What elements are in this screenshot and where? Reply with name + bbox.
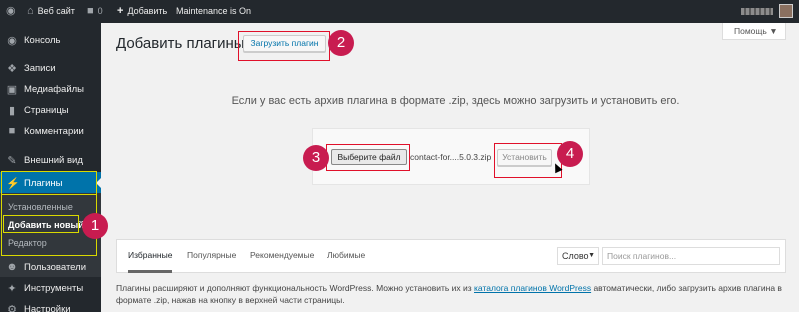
sidebar-item-label: Пользователи	[24, 261, 87, 273]
tab-favorites[interactable]: Любимые	[327, 250, 365, 260]
step-badge-2: 2	[328, 30, 354, 56]
highlight-choose-file	[326, 144, 410, 171]
highlight-plugins	[1, 171, 97, 195]
wordpress-logo[interactable]: ◉	[6, 0, 16, 23]
add-new-link[interactable]: + Добавить	[117, 0, 167, 23]
comments-count: 0	[97, 6, 103, 16]
admin-sidebar: ◉ Консоль ❖ Записи ▣ Медиафайлы ▮ Страни…	[0, 23, 101, 312]
active-tab-underline	[128, 270, 172, 273]
description-text: Плагины расширяют и дополняют функционал…	[116, 283, 475, 293]
search-plugins-input[interactable]	[602, 247, 780, 265]
sidebar-item-label: Настройки	[24, 303, 71, 312]
admin-bar: ◉ ⌂ Веб сайт ■ 0 + Добавить Maintenance …	[0, 0, 799, 23]
sidebar-item-label: Медиафайлы	[24, 83, 85, 95]
search-type-select[interactable]: Слово ▼	[557, 247, 599, 265]
sidebar-item-label: Внешний вид	[24, 154, 83, 166]
plugin-description: Плагины расширяют и дополняют функционал…	[116, 282, 786, 306]
tab-popular[interactable]: Популярные	[187, 250, 236, 260]
chevron-down-icon: ▼	[588, 252, 595, 259]
help-button[interactable]: Помощь ▼	[722, 23, 786, 40]
home-icon: ⌂	[27, 5, 34, 17]
tab-featured[interactable]: Избранные	[128, 250, 172, 260]
sidebar-item-settings[interactable]: ⚙ Настройки	[0, 298, 101, 312]
site-name: Веб сайт	[37, 6, 75, 16]
sidebar-item-tools[interactable]: ✦ Инструменты	[0, 277, 101, 299]
brush-icon: ✎	[7, 154, 17, 167]
sidebar-item-users[interactable]: ☻ Пользователи	[0, 256, 101, 278]
highlight-install	[494, 143, 562, 178]
sidebar-item-comments[interactable]: ■ Комментарии	[0, 120, 101, 142]
plugin-directory-link[interactable]: каталога плагинов WordPress	[474, 283, 591, 293]
maintenance-status[interactable]: Maintenance is On	[176, 0, 251, 23]
avatar[interactable]	[779, 4, 793, 18]
maintenance-label: Maintenance is On	[176, 6, 252, 16]
wordpress-icon: ◉	[6, 5, 16, 17]
search-type-value: Слово	[562, 251, 589, 261]
add-new-label: Добавить	[127, 6, 168, 16]
selected-file-name: contact-for....5.0.3.zip	[410, 152, 492, 162]
settings-icon: ⚙	[7, 303, 17, 312]
users-icon: ☻	[6, 261, 18, 273]
sidebar-item-label: Комментарии	[24, 125, 84, 137]
media-icon: ▣	[6, 83, 18, 96]
upload-instructions: Если у вас есть архив плагина в формате …	[231, 95, 680, 107]
site-name-link[interactable]: ⌂ Веб сайт	[27, 0, 75, 23]
step-badge-4: 4	[557, 141, 583, 167]
sidebar-item-appearance[interactable]: ✎ Внешний вид	[0, 149, 101, 171]
sidebar-item-dashboard[interactable]: ◉ Консоль	[0, 29, 101, 51]
highlight-upload-button	[238, 31, 330, 61]
step-badge-1: 1	[82, 213, 108, 239]
sidebar-item-label: Записи	[24, 62, 56, 74]
sidebar-item-posts[interactable]: ❖ Записи	[0, 57, 101, 79]
step-badge-3: 3	[303, 145, 329, 171]
pin-icon: ❖	[7, 62, 17, 75]
username-blurred[interactable]	[741, 8, 773, 15]
comment-icon: ■	[8, 125, 16, 137]
sidebar-item-label: Консоль	[24, 34, 61, 46]
plus-icon: +	[117, 5, 124, 17]
dashboard-icon: ◉	[7, 34, 17, 47]
sidebar-item-label: Инструменты	[24, 282, 84, 294]
comment-icon: ■	[87, 5, 94, 17]
tab-recommended[interactable]: Рекомендуемые	[250, 250, 314, 260]
page-title: Добавить плагины	[116, 35, 245, 52]
wrench-icon: ✦	[7, 282, 17, 295]
comments-link[interactable]: ■ 0	[87, 0, 103, 23]
